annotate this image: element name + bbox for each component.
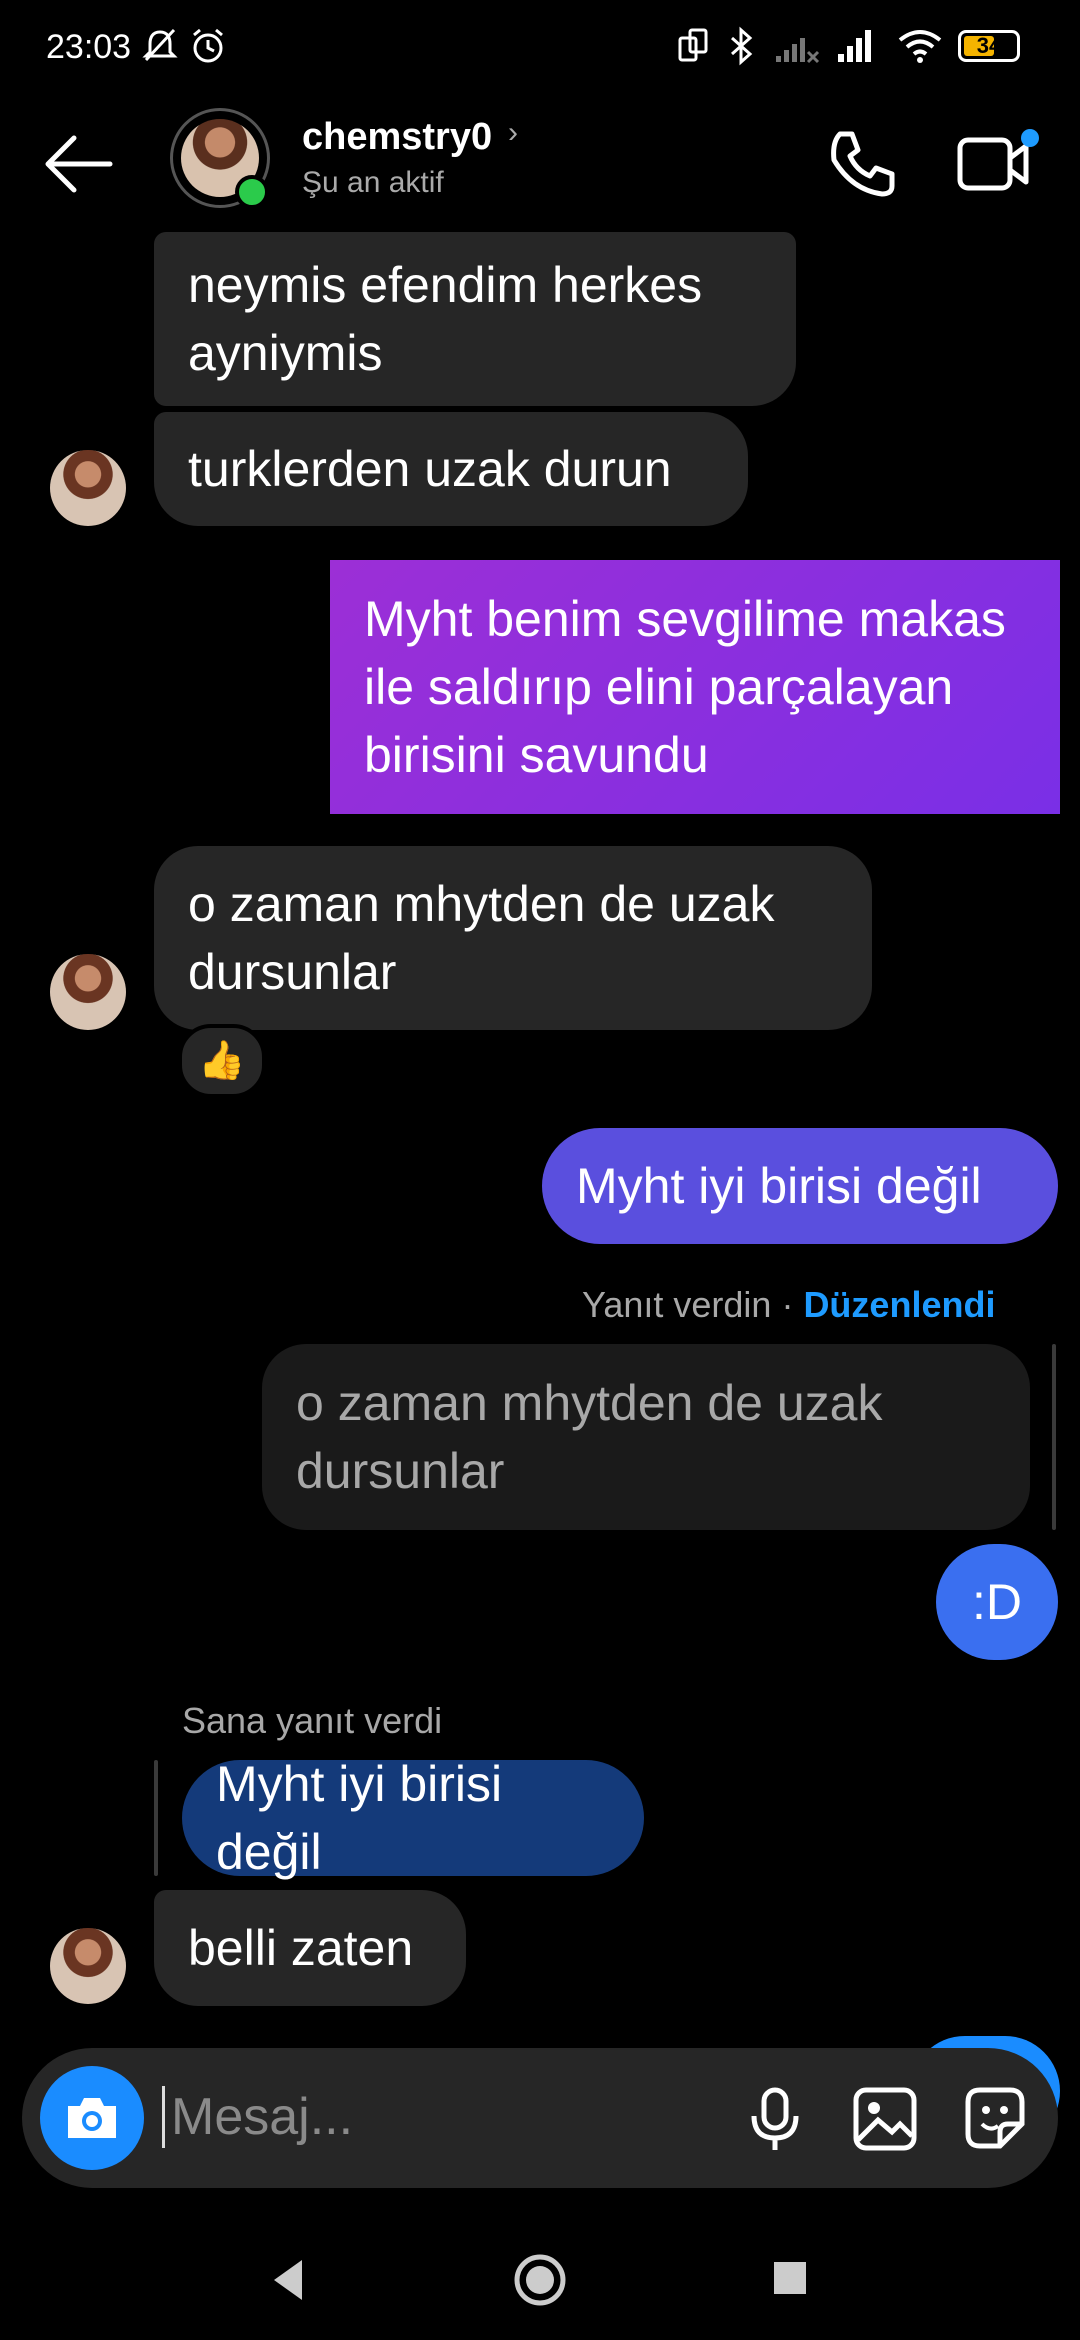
camera-icon <box>68 2098 116 2138</box>
message-incoming[interactable]: o zaman mhytden de uzak dursunlar <box>154 846 872 1030</box>
signal-strong-icon <box>838 30 871 62</box>
nav-home-icon[interactable] <box>512 2252 568 2308</box>
status-bar: 23:03 34 <box>0 0 1080 100</box>
online-indicator <box>235 175 269 209</box>
message-input[interactable]: Mesaj... <box>162 2086 353 2148</box>
message-outgoing[interactable]: :D <box>936 1544 1058 1660</box>
voice-call-button[interactable] <box>822 124 902 204</box>
back-button[interactable] <box>40 128 120 198</box>
camera-button[interactable] <box>40 2066 144 2170</box>
wifi-icon <box>898 30 942 63</box>
mute-bell-icon <box>142 28 178 62</box>
quoted-message[interactable]: Myht iyi birisi değil <box>182 1756 644 1880</box>
phone-icon <box>831 131 895 197</box>
video-camera-icon <box>957 129 1039 191</box>
screen-rotate-icon <box>678 28 708 62</box>
message-text: neymis efendim herkes ayniymis <box>188 257 703 381</box>
bluetooth-icon <box>731 26 753 66</box>
profile-avatar[interactable] <box>170 108 270 209</box>
quoted-text: o zaman mhytden de uzak dursunlar <box>296 1375 883 1499</box>
microphone-icon[interactable] <box>738 2082 812 2156</box>
reply-meta: Yanıt verdin · Düzenlendi <box>582 1284 995 1326</box>
sticker-icon[interactable] <box>958 2082 1032 2156</box>
battery-icon: 34 <box>958 30 1020 62</box>
reply-meta: Sana yanıt verdi <box>182 1700 443 1741</box>
message-incoming[interactable]: belli zaten <box>154 1890 466 2006</box>
message-incoming[interactable]: neymis efendim herkes ayniymis <box>154 232 796 406</box>
system-nav-bar <box>0 2220 1080 2340</box>
alarm-icon <box>193 28 223 63</box>
reply-indicator-bar <box>1052 1344 1056 1530</box>
nav-recents-icon[interactable] <box>770 2258 810 2298</box>
nav-back-icon[interactable] <box>268 2256 308 2304</box>
message-outgoing[interactable]: Myht benim sevgilime makas ile saldırıp … <box>330 560 1060 814</box>
quoted-text: Myht iyi birisi değil <box>216 1756 503 1880</box>
reply-meta-label: Yanıt verdin · <box>582 1284 804 1325</box>
arrow-left-icon <box>45 135 113 193</box>
sender-avatar[interactable] <box>50 450 126 526</box>
status-time: 23:03 <box>46 28 132 66</box>
reaction-badge[interactable]: 👍 <box>178 1024 266 1098</box>
message-incoming[interactable]: turklerden uzak durun <box>154 412 748 526</box>
message-outgoing[interactable]: Myht iyi birisi değil <box>542 1128 1058 1244</box>
chat-username[interactable]: chemstry0 <box>302 116 492 159</box>
battery-level: 34 <box>976 33 1002 58</box>
message-text: o zaman mhytden de uzak dursunlar <box>188 876 775 1000</box>
signal-weak-icon <box>776 38 820 64</box>
chat-header: chemstry0 › Şu an aktif <box>0 100 1080 230</box>
message-text: Myht iyi birisi değil <box>576 1158 982 1214</box>
gallery-icon[interactable] <box>848 2082 922 2156</box>
reply-indicator-bar <box>154 1760 158 1876</box>
thumbs-up-icon: 👍 <box>198 1040 246 1082</box>
sender-avatar[interactable] <box>50 954 126 1030</box>
sender-avatar[interactable] <box>50 1928 126 2004</box>
message-text: turklerden uzak durun <box>188 441 672 497</box>
message-composer: Mesaj... <box>22 2048 1058 2188</box>
chevron-right-icon[interactable]: › <box>508 116 518 150</box>
video-call-button[interactable] <box>950 124 1040 204</box>
edited-link[interactable]: Düzenlendi <box>803 1284 995 1325</box>
message-text: :D <box>972 1574 1022 1630</box>
quoted-message[interactable]: o zaman mhytden de uzak dursunlar <box>262 1344 1030 1530</box>
active-status: Şu an aktif <box>302 166 444 199</box>
message-text: Myht benim sevgilime makas ile saldırıp … <box>364 591 1006 783</box>
message-text: belli zaten <box>188 1920 414 1976</box>
